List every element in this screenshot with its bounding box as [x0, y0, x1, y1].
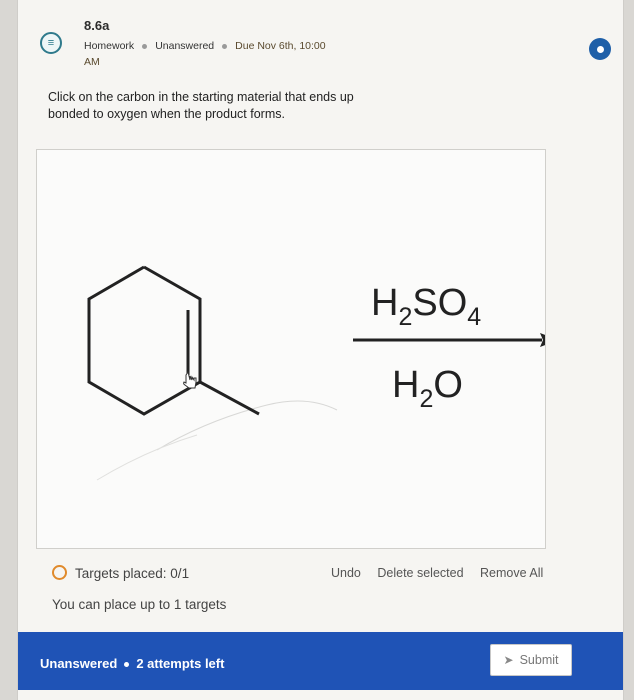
ring-bonds [87, 265, 202, 416]
targets-placed-label: Targets placed: 0/1 [75, 566, 190, 581]
molecule-canvas[interactable]: H2SO4 H2O [36, 149, 546, 549]
carbon-atom[interactable] [81, 374, 97, 390]
separator-dot [142, 43, 148, 49]
carbon-atom[interactable] [192, 291, 208, 307]
question-header: ≡ 8.6a Homework Unanswered Due Nov 6th, 10… [40, 16, 623, 76]
carbon-atom[interactable] [251, 406, 267, 422]
target-actions: Undo Delete selected Remove All [331, 566, 556, 580]
target-ring-icon [52, 565, 67, 580]
submit-label: Submit [519, 653, 559, 667]
delete-selected-button[interactable]: Delete selected [377, 566, 463, 580]
dot-icon [596, 45, 604, 53]
reagent-h: H [371, 282, 398, 324]
reagent-h: H [392, 364, 419, 406]
question-prompt: Click on the carbon in the starting mate… [48, 90, 354, 121]
reagent-o: O [433, 364, 463, 406]
category-label: Homework [84, 40, 135, 52]
undo-button[interactable]: Undo [331, 566, 361, 580]
question-title: 8.6a [84, 18, 110, 33]
footer-status: Unanswered [40, 656, 118, 671]
reagent-h2so4: H2SO4 [371, 282, 481, 331]
reagent-sub: 2 [419, 385, 433, 413]
remove-all-button[interactable]: Remove All [480, 566, 543, 580]
faint-line [96, 434, 198, 481]
reagent-sub: 4 [467, 303, 481, 331]
paper-plane-icon: ➤ [503, 653, 514, 667]
submission-footer: Unanswered 2 attempts left ➤ Submit [18, 632, 623, 690]
attempt-status: Unanswered 2 attempts left [40, 656, 224, 671]
targets-limit: You can place up to 1 targets [52, 597, 227, 612]
reagent-h2o: H2O [392, 364, 463, 413]
carbon-atom[interactable] [136, 259, 152, 275]
status-label: Unanswered [155, 40, 215, 52]
reaction-drawing: H2SO4 H2O [81, 259, 545, 481]
question-meta: Homework Unanswered Due Nov 6th, 10:00 AM [84, 38, 354, 70]
separator-dot [222, 43, 228, 49]
separator-dot [124, 662, 130, 668]
carbon-atom[interactable] [81, 291, 97, 307]
hand-cursor-icon [183, 370, 197, 389]
question-list-icon: ≡ [40, 32, 62, 54]
due-date-am: AM [84, 56, 100, 68]
question-card: ≡ 8.6a Homework Unanswered Due Nov 6th, 10… [18, 0, 623, 700]
carbon-atom[interactable] [136, 406, 152, 422]
attempts-left: 2 attempts left [136, 656, 225, 671]
submit-button[interactable]: ➤ Submit [490, 644, 572, 676]
options-button[interactable] [589, 38, 611, 60]
reagent-sub: 2 [398, 303, 412, 331]
methyl-bond [199, 380, 260, 416]
reagent-so: SO [412, 282, 467, 324]
due-date: Due Nov 6th, 10:00 [235, 40, 326, 52]
targets-placed: Targets placed: 0/1 [52, 565, 189, 581]
